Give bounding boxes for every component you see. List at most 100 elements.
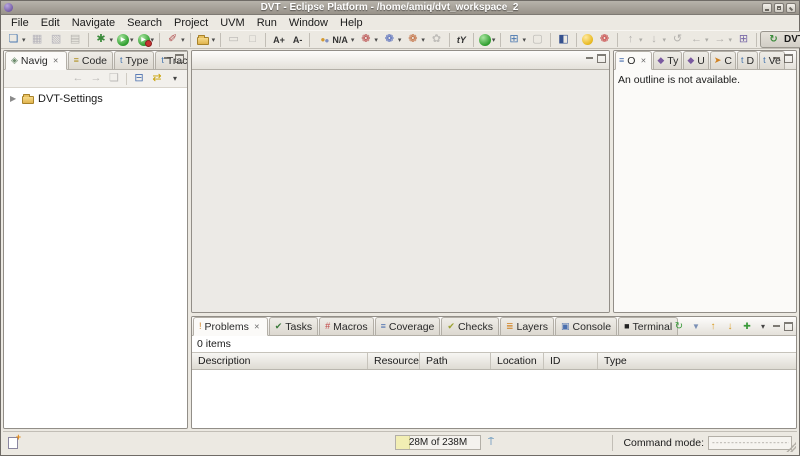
collapse-all-button[interactable] [131, 71, 147, 86]
tab-type[interactable]: t Type [114, 51, 154, 69]
compile-mode-dropdown[interactable] [350, 36, 355, 44]
pinwheel-blue-dropdown[interactable] [397, 36, 402, 44]
server-dropdown[interactable] [491, 36, 496, 44]
menu-run[interactable]: Run [251, 16, 283, 30]
font-increase-button[interactable]: A+ [269, 31, 289, 48]
command-mode-input[interactable] [708, 436, 792, 450]
nav-back-button[interactable] [70, 71, 86, 86]
tab-code[interactable]: ≡ Code [68, 51, 113, 69]
tree-item-dvt-settings[interactable]: DVT-Settings [4, 90, 187, 107]
editor-split-button[interactable] [554, 31, 573, 48]
menu-help[interactable]: Help [334, 16, 369, 30]
close-window-button[interactable] [786, 3, 796, 13]
perspective-dvt-button[interactable]: DVT [760, 31, 800, 48]
outline-maximize-icon[interactable] [784, 54, 793, 63]
run-coverage-button[interactable] [136, 31, 157, 48]
layout-alt-button[interactable] [528, 31, 547, 48]
external-tools-dropdown[interactable] [180, 36, 185, 44]
tab-outline-close-icon[interactable] [638, 56, 648, 66]
tab-types[interactable]: ◆ Ty [653, 51, 682, 69]
tab-tasks[interactable]: ✔ Tasks [269, 317, 318, 335]
pinwheel-orange-button[interactable] [403, 31, 427, 48]
problems-view-menu[interactable] [757, 320, 769, 333]
menu-project[interactable]: Project [168, 16, 214, 30]
problems-table-body[interactable] [192, 370, 796, 428]
run-dropdown[interactable] [129, 36, 134, 44]
tab-uvm-browser[interactable]: ◆ U [683, 51, 709, 69]
pinwheel-blue-button[interactable] [380, 31, 404, 48]
forward-button[interactable] [711, 31, 735, 48]
filter-types-button[interactable]: tY [453, 31, 470, 48]
build-button[interactable] [92, 31, 116, 48]
navigator-minimize-icon[interactable] [163, 54, 172, 63]
external-tools-button[interactable] [163, 31, 187, 48]
run-button[interactable] [115, 31, 136, 48]
tip-button[interactable] [580, 31, 595, 48]
tab-problems[interactable]: ! Problems [193, 317, 268, 336]
tab-outline[interactable]: ≡ O [615, 51, 652, 70]
editor-minimize-icon[interactable] [585, 54, 594, 63]
col-path[interactable]: Path [420, 353, 491, 369]
tab-checks[interactable]: ➤ C [710, 51, 736, 69]
pinwheel-orange-dropdown[interactable] [420, 36, 425, 44]
filter-button[interactable] [689, 320, 703, 333]
col-id[interactable]: ID [544, 353, 598, 369]
toggle-mark-button[interactable] [224, 31, 243, 48]
build-dropdown[interactable] [109, 36, 114, 44]
annotate-next-button[interactable] [644, 31, 668, 48]
menu-file[interactable]: File [5, 16, 35, 30]
nav-up-button[interactable] [106, 71, 122, 86]
layout-button[interactable] [504, 31, 528, 48]
tab-macros[interactable]: # Macros [319, 317, 373, 335]
problems-minimize-icon[interactable] [772, 322, 781, 331]
annotate-prev-button[interactable] [621, 31, 645, 48]
open-resource-button[interactable] [194, 31, 218, 48]
new-wizard-dropdown[interactable] [21, 36, 26, 44]
expand-arrow-icon[interactable] [10, 94, 18, 103]
minimize-window-button[interactable] [762, 3, 772, 13]
open-resource-dropdown[interactable] [211, 36, 216, 44]
tab-terminal[interactable]: ■ Terminal [618, 317, 678, 335]
nav-forward-button[interactable] [88, 71, 104, 86]
tab-navig-close-icon[interactable] [51, 56, 61, 66]
resize-grip[interactable] [786, 442, 796, 452]
new-wizard-button[interactable] [4, 31, 28, 48]
font-decrease-button[interactable]: A- [289, 31, 307, 48]
problems-maximize-icon[interactable] [784, 322, 793, 331]
tab-problems-close-icon[interactable] [252, 322, 262, 332]
col-resource[interactable]: Resource [368, 353, 420, 369]
server-status-button[interactable] [477, 31, 498, 48]
col-type[interactable]: Type [598, 353, 796, 369]
outline-minimize-icon[interactable] [772, 54, 781, 63]
title-bar[interactable]: DVT - Eclipse Platform - /home/amiq/dvt_… [1, 1, 799, 15]
pinwheel-red-dropdown[interactable] [373, 36, 378, 44]
print-button[interactable] [66, 31, 85, 48]
tab-navig[interactable]: ◈ Navig [5, 51, 67, 70]
garbage-collect-button[interactable] [484, 435, 498, 450]
navigator-maximize-icon[interactable] [175, 54, 184, 63]
open-perspective-button[interactable] [734, 31, 753, 48]
next-problem-button[interactable] [723, 320, 737, 333]
save-all-button[interactable] [47, 31, 66, 48]
menu-navigate[interactable]: Navigate [66, 16, 121, 30]
menu-window[interactable]: Window [283, 16, 334, 30]
last-edit-button[interactable] [668, 31, 687, 48]
col-description[interactable]: Description [192, 353, 368, 369]
pinwheel-disabled-button[interactable] [427, 31, 446, 48]
save-button[interactable] [28, 31, 47, 48]
menu-search[interactable]: Search [121, 16, 168, 30]
menu-uvm[interactable]: UVM [214, 16, 250, 30]
tab-design[interactable]: t D [737, 51, 758, 69]
compile-mode-button[interactable]: N/A [313, 31, 356, 48]
prev-problem-button[interactable] [706, 320, 720, 333]
add-button[interactable] [740, 320, 754, 333]
editor-maximize-icon[interactable] [597, 54, 606, 63]
maximize-window-button[interactable] [774, 3, 784, 13]
back-button[interactable] [687, 31, 711, 48]
navigator-view-menu[interactable] [167, 71, 183, 86]
tab-checks-bottom[interactable]: ✔ Checks [441, 317, 499, 335]
link-editor-button[interactable] [149, 71, 165, 86]
col-location[interactable]: Location [491, 353, 544, 369]
tab-console[interactable]: ▣ Console [555, 317, 617, 335]
refresh-button[interactable] [672, 320, 686, 333]
